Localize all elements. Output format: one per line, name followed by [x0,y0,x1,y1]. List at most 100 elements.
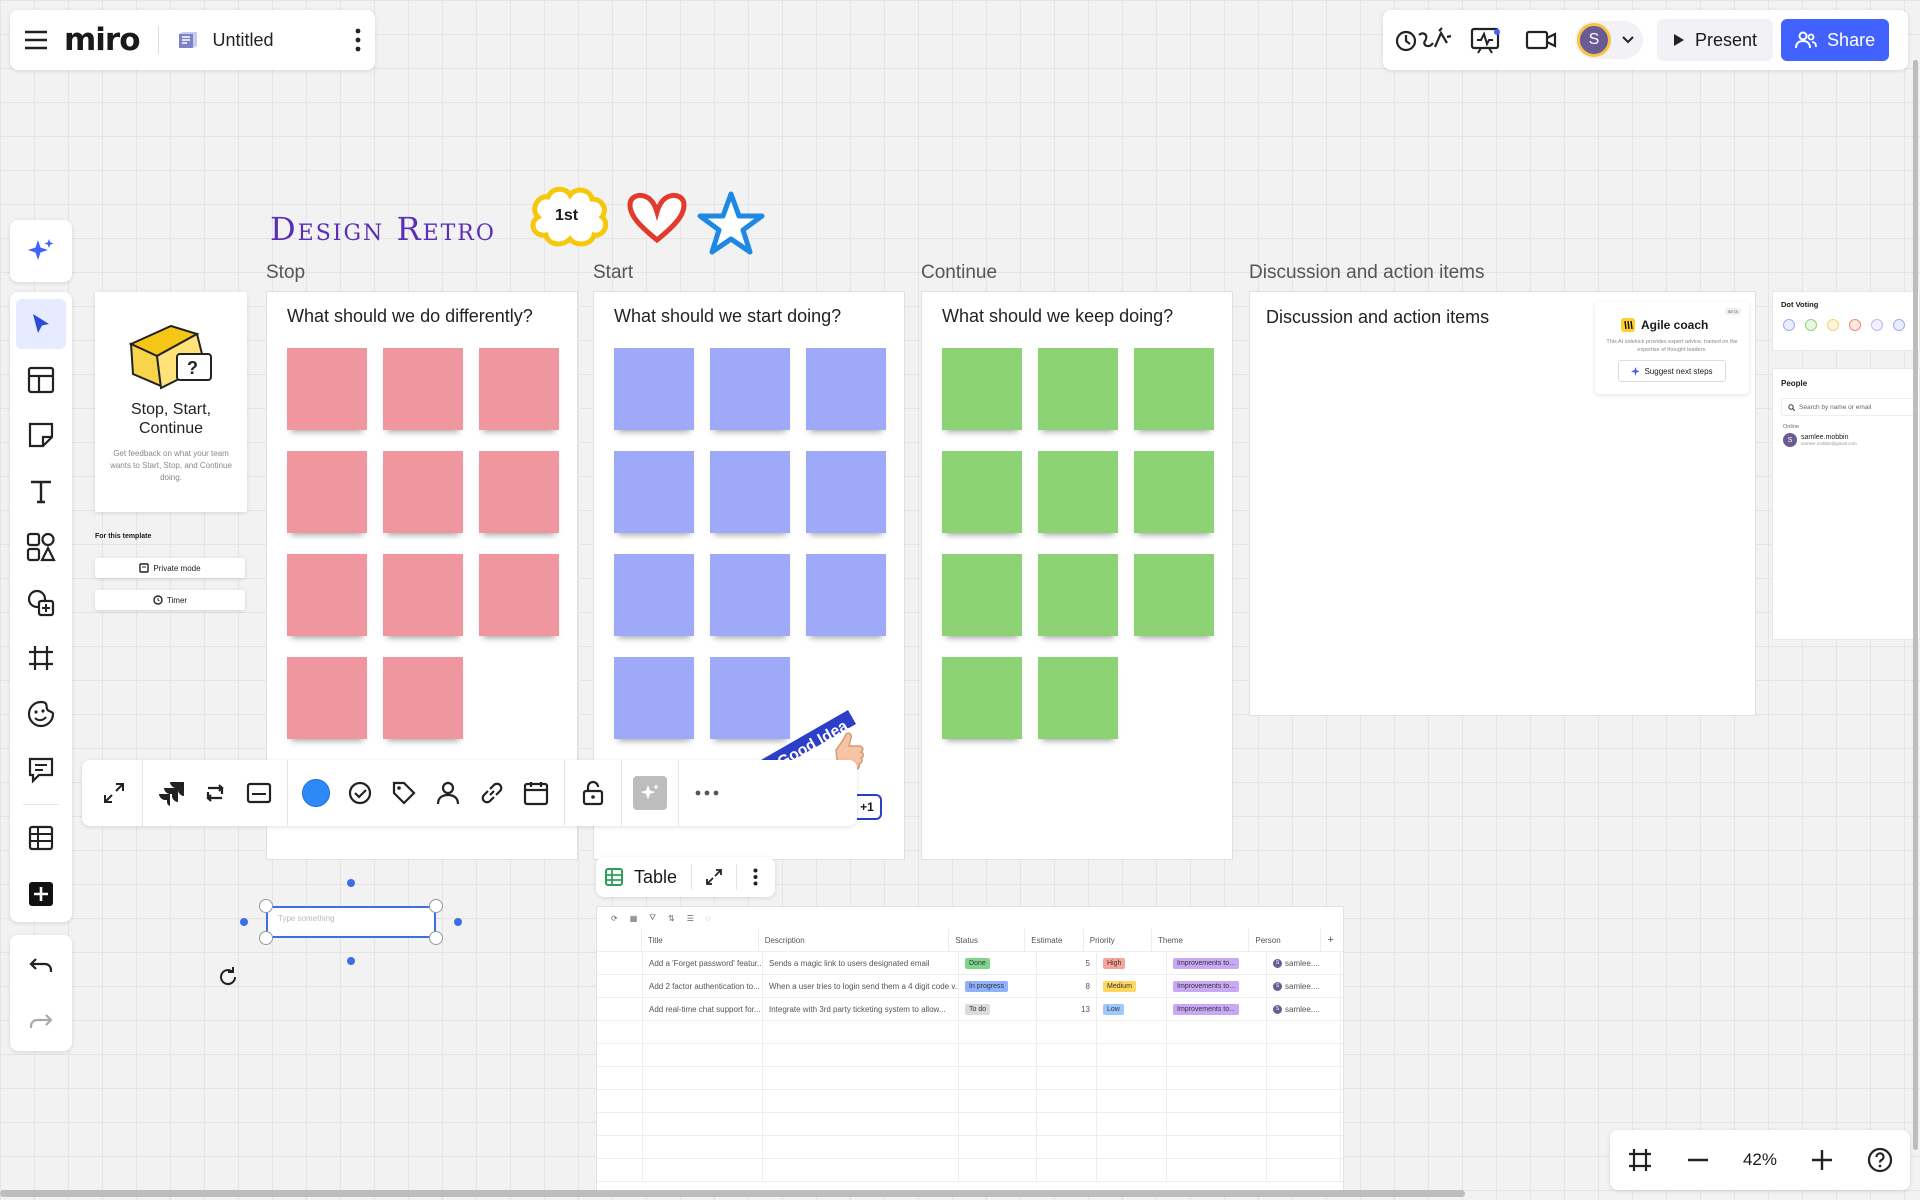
sticky-note[interactable] [1134,554,1214,636]
column-header[interactable]: Estimate [1025,929,1084,951]
sticky-note[interactable] [942,348,1022,430]
sticky-note[interactable] [383,348,463,430]
table-more-icon[interactable] [743,868,767,886]
fill-color-picker[interactable] [294,771,338,815]
sticky-note[interactable] [942,657,1022,739]
theme-cell[interactable]: Improvements to... [1167,952,1267,974]
sticky-note[interactable] [1038,348,1118,430]
sticky-note[interactable] [614,348,694,430]
redo-icon[interactable] [16,996,66,1046]
refresh-icon[interactable]: ⟳ [611,914,618,923]
comment-icon[interactable] [16,745,66,795]
frame-label-start[interactable]: Start [593,262,633,284]
vote-dot[interactable] [1783,319,1795,331]
status-cell[interactable]: In progress [959,975,1037,997]
view-icon[interactable]: ▦ [630,914,638,923]
resize-handle[interactable] [429,931,443,945]
add-column-button[interactable]: + [1321,929,1343,951]
estimate-cell[interactable]: 5 [1037,952,1097,974]
connector-handle[interactable] [240,918,248,926]
expand-icon[interactable] [92,771,136,815]
column-header[interactable]: Person [1249,929,1322,951]
rotate-handle-icon[interactable] [216,965,240,989]
vote-dot[interactable] [1805,319,1817,331]
sticky-note[interactable] [614,554,694,636]
sticky-note[interactable] [383,657,463,739]
lock-icon[interactable] [571,771,615,815]
empty-table-row[interactable] [597,1159,1343,1182]
person-cell[interactable]: Ssamlee.... [1267,975,1341,997]
link-icon[interactable] [470,771,514,815]
fit-to-screen-icon[interactable] [1627,1147,1653,1173]
filter-icon[interactable]: ⛛ [649,913,656,923]
status-cell[interactable]: Done [959,952,1037,974]
frame-discussion[interactable]: Discussion and action items Agile coach … [1249,291,1756,716]
empty-table-row[interactable] [597,1113,1343,1136]
tag-icon[interactable] [382,771,426,815]
estimate-cell[interactable]: 13 [1037,998,1097,1020]
miro-logo[interactable]: miro [64,22,141,58]
dot-voting-card[interactable]: Dot Voting [1772,291,1920,351]
user-menu[interactable]: S [1575,21,1643,59]
frame-label-continue[interactable]: Continue [921,262,997,284]
sticky-note[interactable] [1038,657,1118,739]
theme-cell[interactable]: Improvements to... [1167,998,1267,1020]
priority-cell[interactable]: Medium [1097,975,1167,997]
sticky-note[interactable] [710,554,790,636]
vote-dot[interactable] [1871,319,1883,331]
sticky-note[interactable] [942,554,1022,636]
assign-person-icon[interactable] [426,771,470,815]
sticky-note[interactable] [383,554,463,636]
empty-table-row[interactable] [597,1021,1343,1044]
zoom-level[interactable]: 42% [1743,1150,1777,1170]
shapes-icon[interactable] [16,522,66,572]
private-mode-button[interactable]: Private mode [95,558,245,578]
column-header[interactable]: Description [759,929,950,951]
sort-icon[interactable]: ⇅ [668,914,675,923]
sticky-note[interactable] [1038,451,1118,533]
connector-handle[interactable] [347,957,355,965]
description-cell[interactable]: Sends a magic link to users designated e… [763,952,959,974]
group-icon[interactable]: ☰ [687,914,694,923]
text-input-box[interactable]: Type something [266,906,436,938]
person-cell[interactable]: Ssamlee.... [1267,952,1341,974]
data-table[interactable]: ⟳ ▦ ⛛ ⇅ ☰ ◌ Title Description Status Estima… [596,906,1344,1194]
stickers-icon[interactable] [16,689,66,739]
sticky-note[interactable] [710,348,790,430]
connector-handle[interactable] [347,879,355,887]
table-row[interactable]: Add a 'Forget password' featur... Sends a… [597,952,1343,975]
template-card[interactable]: ? Stop, Start, Continue Get feedback on … [95,292,247,512]
frame-label-stop[interactable]: Stop [266,262,305,284]
description-cell[interactable]: Integrate with 3rd party ticketing syste… [763,998,959,1020]
row-number-cell[interactable] [597,998,643,1020]
sticky-note[interactable] [1134,451,1214,533]
table-row[interactable]: Add 2 factor authentication to... When a … [597,975,1343,998]
sticky-note[interactable] [806,348,886,430]
share-button[interactable]: Share [1781,19,1890,61]
sticky-note[interactable] [1134,348,1214,430]
more-tools-icon[interactable] [16,869,66,919]
star-sticker[interactable] [697,190,765,256]
title-cell[interactable]: Add real-time chat support for... [643,998,763,1020]
status-cell[interactable]: To do [959,998,1037,1020]
empty-table-row[interactable] [597,1067,1343,1090]
empty-table-row[interactable] [597,1044,1343,1067]
sticky-note[interactable] [479,451,559,533]
description-cell[interactable]: When a user tries to login send them a 4… [763,975,959,997]
suggest-next-steps-button[interactable]: Suggest next steps [1618,360,1726,382]
present-button[interactable]: Present [1657,19,1774,61]
sticky-note[interactable] [479,348,559,430]
vertical-scrollbar[interactable] [1913,60,1918,1150]
zoom-out-icon[interactable] [1688,1158,1709,1162]
timer-button[interactable]: Timer [95,590,245,610]
sticky-note-icon[interactable] [16,410,66,460]
frame-icon[interactable] [16,633,66,683]
sticky-note[interactable] [479,554,559,636]
sticky-note[interactable] [287,451,367,533]
vote-dot[interactable] [1849,319,1861,331]
estimate-cell[interactable]: 8 [1037,975,1097,997]
zoom-in-icon[interactable] [1811,1150,1832,1170]
empty-table-row[interactable] [597,1136,1343,1159]
resize-handle[interactable] [259,931,273,945]
sticky-note[interactable] [287,554,367,636]
